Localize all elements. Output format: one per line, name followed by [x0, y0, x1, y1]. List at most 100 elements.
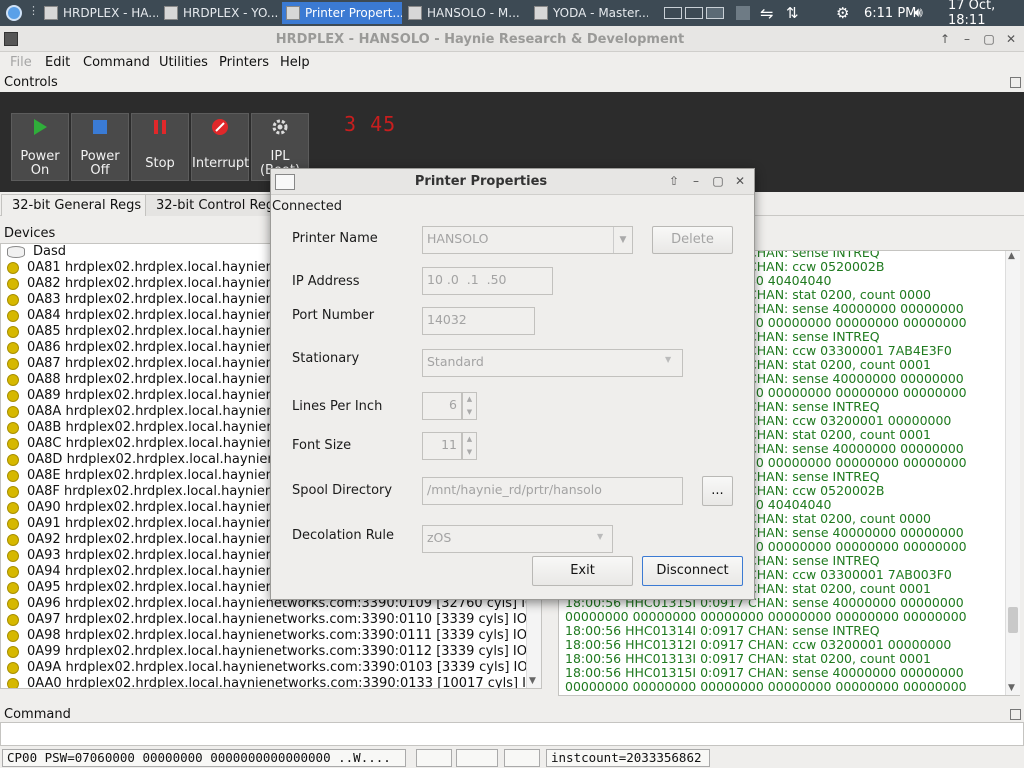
- spin-arrows-icon[interactable]: ▲ ▼: [462, 392, 477, 420]
- power-on-button[interactable]: Power On: [11, 113, 69, 181]
- device-row-label: 0A81 hrdplex02.hrdplex.local.hayniene: [27, 260, 282, 275]
- log-scroll-thumb[interactable]: [1008, 607, 1018, 633]
- menu-edit[interactable]: Edit: [45, 55, 70, 70]
- device-row[interactable]: 0A9A hrdplex02.hrdplex.local.haynienetwo…: [1, 660, 541, 676]
- device-row-label: 0AA0 hrdplex02.hrdplex.local.haynienetwo…: [27, 676, 542, 689]
- menu-printers[interactable]: Printers: [219, 55, 269, 70]
- font-size-label: Font Size: [292, 438, 352, 453]
- device-row[interactable]: 0A99 hrdplex02.hrdplex.local.haynienetwo…: [1, 644, 541, 660]
- decolation-rule-select[interactable]: zOS: [422, 525, 613, 553]
- tab-general-regs[interactable]: 32-bit General Regs: [1, 194, 153, 216]
- volume-icon[interactable]: 🔊︎: [914, 3, 923, 23]
- date[interactable]: 17 Oct, 18:11: [948, 0, 1024, 28]
- window-icon: [534, 6, 548, 20]
- device-row-label: 0A87 hrdplex02.hrdplex.local.hayniene: [27, 356, 282, 371]
- power-off-button[interactable]: Power Off: [71, 113, 129, 181]
- command-input[interactable]: [0, 722, 1024, 746]
- printer-name-combo[interactable]: HANSOLO: [422, 226, 633, 254]
- taskbar-task[interactable]: HRDPLEX - HA...: [40, 2, 158, 24]
- menu-utilities[interactable]: Utilities: [159, 55, 208, 70]
- minimize-icon[interactable]: –: [960, 32, 974, 46]
- usb-icon[interactable]: ⇋: [760, 3, 773, 23]
- interrupt-button[interactable]: Interrupt: [191, 113, 249, 181]
- controls-title: Controls: [4, 75, 58, 90]
- float-panel-icon[interactable]: [1010, 709, 1021, 720]
- device-row[interactable]: 0AA0 hrdplex02.hrdplex.local.haynienetwo…: [1, 676, 542, 689]
- window-thumb-icon[interactable]: [736, 3, 750, 23]
- network-transfer-icon[interactable]: ⇅: [786, 3, 799, 23]
- spool-directory-label: Spool Directory: [292, 483, 393, 498]
- app-menu-icon[interactable]: [6, 5, 22, 21]
- log-line: 18:00:56 HHC01314I 0:0917 CHAN: sense IN…: [559, 694, 1019, 696]
- ip-address-field[interactable]: 10 .0 .1 .50: [422, 267, 553, 295]
- device-row[interactable]: 0A97 hrdplex02.hrdplex.local.haynienetwo…: [1, 612, 541, 628]
- taskbar-task[interactable]: HRDPLEX - YO...: [160, 2, 278, 24]
- device-row-label: 0A95 hrdplex02.hrdplex.local.hayniene: [27, 580, 282, 595]
- settings-gear-icon[interactable]: ⚙: [836, 3, 849, 23]
- delete-button[interactable]: Delete: [652, 226, 733, 254]
- device-row-label: 0A84 hrdplex02.hrdplex.local.hayniene: [27, 308, 282, 323]
- taskbar-task[interactable]: HANSOLO - M...: [404, 2, 522, 24]
- device-row-label: 0A9A hrdplex02.hrdplex.local.haynienetwo…: [27, 660, 542, 675]
- clock[interactable]: 6:11 PM: [864, 3, 916, 23]
- main-titlebar: HRDPLEX - HANSOLO - Haynie Research & De…: [0, 26, 1024, 52]
- menu-file[interactable]: File: [10, 55, 32, 70]
- chevron-down-icon[interactable]: ▼: [597, 532, 603, 541]
- chevron-down-icon[interactable]: ▼: [613, 227, 632, 253]
- keep-above-icon[interactable]: ↑: [938, 32, 952, 46]
- lines-per-inch-spinbox[interactable]: 6: [422, 392, 462, 420]
- device-row-label: 0A8F hrdplex02.hrdplex.local.hayniene: [27, 484, 282, 499]
- status-dot-icon: [7, 614, 19, 626]
- stationary-select[interactable]: Standard: [422, 349, 683, 377]
- disconnect-button[interactable]: Disconnect: [642, 556, 743, 586]
- status-dot-icon: [7, 342, 19, 354]
- log-scrollbar[interactable]: ▲ ▼: [1005, 251, 1020, 695]
- maximize-icon[interactable]: ▢: [711, 174, 725, 188]
- status-dot-icon: [7, 502, 19, 514]
- status-dot-icon: [7, 422, 19, 434]
- keep-above-icon[interactable]: ⇧: [667, 174, 681, 188]
- font-size-spinbox[interactable]: 11: [422, 432, 462, 460]
- scroll-up-icon[interactable]: ▲: [1008, 251, 1015, 261]
- menu-command[interactable]: Command: [83, 55, 150, 70]
- browse-button[interactable]: ...: [702, 476, 733, 506]
- scroll-down-icon[interactable]: ▼: [529, 676, 536, 686]
- workspace-switcher[interactable]: [664, 3, 724, 23]
- connection-status: Connected: [272, 199, 343, 214]
- close-icon[interactable]: ✕: [1004, 32, 1018, 46]
- status-dot-icon: [7, 294, 19, 306]
- scroll-down-icon[interactable]: ▼: [1008, 683, 1015, 693]
- power-on-label: Power: [20, 149, 60, 164]
- device-row-label: 0A94 hrdplex02.hrdplex.local.hayniene: [27, 564, 282, 579]
- status-dot-icon: [7, 390, 19, 402]
- log-line: 18:00:56 HHC01313I 0:0917 CHAN: stat 020…: [565, 651, 931, 666]
- float-panel-icon[interactable]: [1010, 77, 1021, 88]
- device-row-label: 0A82 hrdplex02.hrdplex.local.hayniene: [27, 276, 282, 291]
- port-number-field[interactable]: 14032: [422, 307, 535, 335]
- maximize-icon[interactable]: ▢: [982, 32, 996, 46]
- chevron-down-icon[interactable]: ▼: [665, 355, 671, 364]
- device-row-label: 0A92 hrdplex02.hrdplex.local.hayniene: [27, 532, 282, 547]
- taskbar-task[interactable]: YODA - Master...: [530, 2, 648, 24]
- stop-button[interactable]: Stop: [131, 113, 189, 181]
- minimize-icon[interactable]: –: [689, 174, 703, 188]
- exit-button[interactable]: Exit: [532, 556, 633, 586]
- stop-square-icon: [93, 120, 107, 134]
- port-number-label: Port Number: [292, 308, 375, 323]
- stop-label: Stop: [145, 156, 175, 171]
- close-icon[interactable]: ✕: [733, 174, 747, 188]
- device-row[interactable]: 0A98 hrdplex02.hrdplex.local.haynienetwo…: [1, 628, 541, 644]
- ip-address-label: IP Address: [292, 274, 360, 289]
- status-dot-icon: [7, 646, 19, 658]
- no-entry-icon: [212, 119, 228, 135]
- disk-icon: [7, 246, 25, 258]
- device-row-label: 0A83 hrdplex02.hrdplex.local.hayniene: [27, 292, 282, 307]
- status-dot-icon: [7, 326, 19, 338]
- spool-directory-field[interactable]: /mnt/haynie_rd/prtr/hansolo: [422, 477, 683, 505]
- menu-help[interactable]: Help: [280, 55, 310, 70]
- taskbar-task[interactable]: Printer Propert...: [282, 2, 402, 24]
- psw-display: CP00 PSW=07060000 00000000 0000000000000…: [2, 749, 406, 767]
- device-row-label: 0A86 hrdplex02.hrdplex.local.hayniene: [27, 340, 282, 355]
- instcount-display: instcount=2033356862: [546, 749, 710, 767]
- spin-arrows-icon[interactable]: ▲ ▼: [462, 432, 477, 460]
